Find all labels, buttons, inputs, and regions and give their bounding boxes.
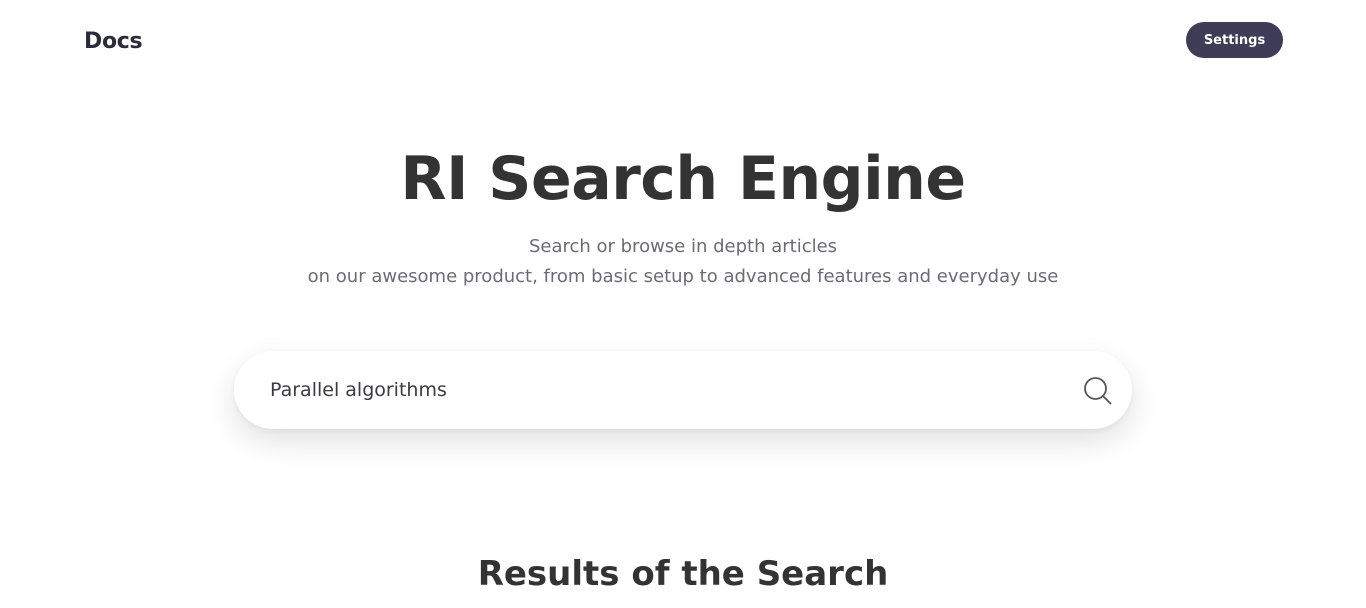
page-subtitle: Search or browse in depth articles on ou…: [0, 232, 1366, 292]
subtitle-line-2: on our awesome product, from basic setup…: [307, 266, 1059, 287]
search-icon[interactable]: [1083, 376, 1113, 406]
search-input[interactable]: [270, 370, 1050, 410]
page-title: RI Search Engine: [400, 144, 966, 214]
brand-logo[interactable]: Docs: [84, 26, 143, 58]
search-bar: [234, 351, 1132, 429]
subtitle-line-1: Search or browse in depth articles: [528, 236, 838, 257]
results-heading: Results of the Search: [477, 554, 889, 594]
page: Docs Settings RI Search Engine Search or…: [0, 0, 1366, 608]
settings-button[interactable]: Settings: [1186, 22, 1283, 58]
